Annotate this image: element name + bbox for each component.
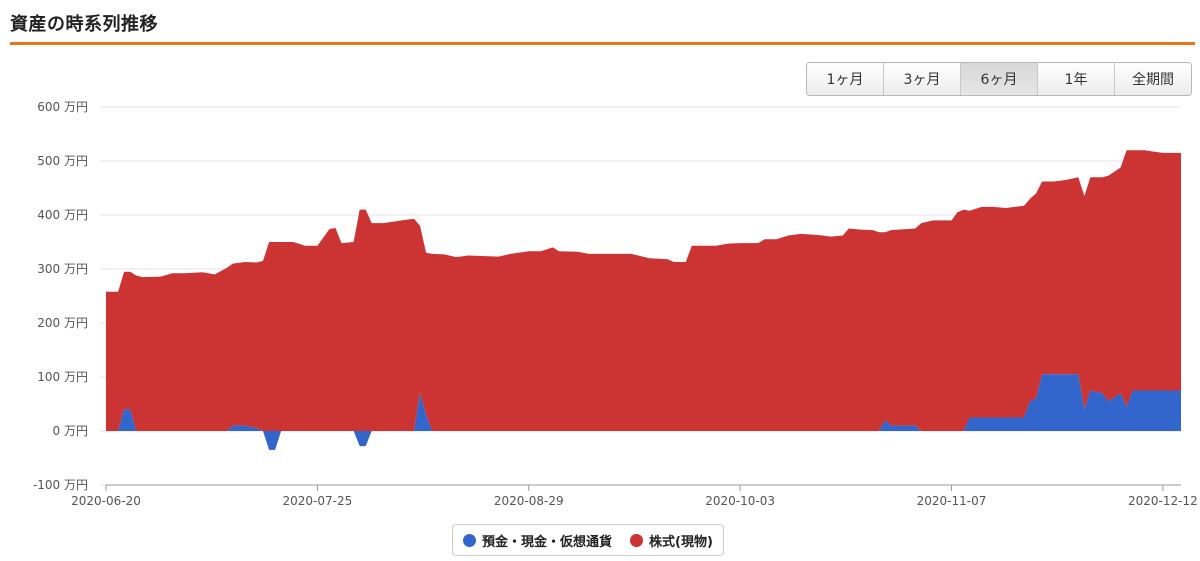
y-tick-label: 400 万円 <box>37 208 88 222</box>
y-tick-label: 200 万円 <box>37 316 88 330</box>
asset-area-chart: -100 万円 0 万円 100 万円 200 万円 300 万円 400 万円 500 万… <box>33 100 1198 508</box>
legend-dot-stock <box>630 533 644 547</box>
x-tick-label: 2020-06-20 <box>71 494 141 508</box>
x-tick-label: 2020-10-03 <box>705 494 775 508</box>
y-tick-label: 500 万円 <box>37 154 88 168</box>
y-tick-label: 600 万円 <box>37 100 88 114</box>
x-tick-label: 2020-07-25 <box>283 494 353 508</box>
y-tick-label: 300 万円 <box>37 262 88 276</box>
y-tick-label: 0 万円 <box>53 424 88 438</box>
x-tick-label: 2020-12-12 <box>1128 494 1198 508</box>
y-tick-label: -100 万円 <box>33 478 88 492</box>
legend-item-stock[interactable]: 株式(現物) <box>630 531 713 550</box>
x-tick-label: 2020-11-07 <box>917 494 987 508</box>
legend-dot-deposit <box>463 533 476 547</box>
series-area-stock <box>106 150 1181 431</box>
legend-label-deposit: 預金・現金・仮想通貨 <box>482 534 613 550</box>
x-tick-label: 2020-08-29 <box>494 494 564 508</box>
legend-label-stock: 株式(現物) <box>649 534 713 550</box>
legend-item-deposit[interactable]: 預金・現金・仮想通貨 <box>463 531 612 550</box>
y-tick-label: 100 万円 <box>37 370 88 384</box>
chart-legend: 預金・現金・仮想通貨 株式(現物) <box>452 524 724 556</box>
